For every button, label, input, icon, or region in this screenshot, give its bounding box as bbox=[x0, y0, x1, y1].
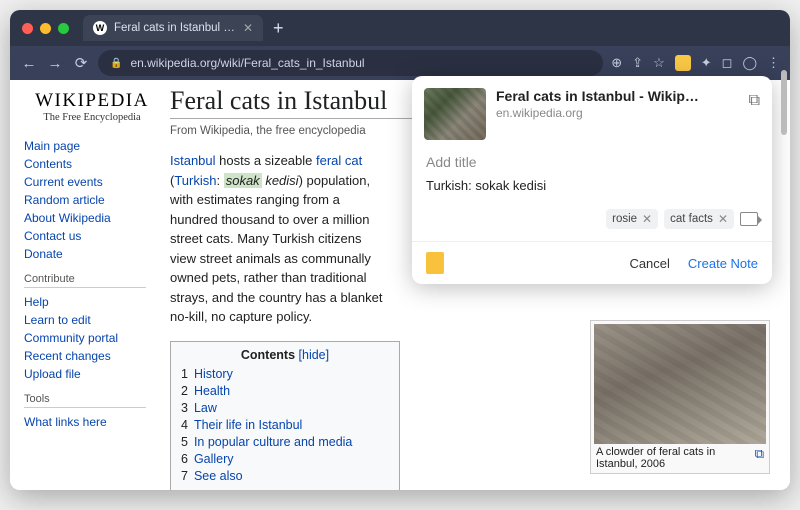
article-lead-paragraph: Istanbul hosts a sizeable feral cat (Tur… bbox=[170, 151, 390, 327]
note-source-domain: en.wikipedia.org bbox=[496, 106, 739, 120]
window-controls bbox=[22, 23, 69, 34]
toc-item: 5In popular culture and media bbox=[181, 434, 389, 451]
toc-link[interactable]: See also bbox=[194, 469, 243, 483]
tag-chip[interactable]: cat facts✕ bbox=[664, 209, 734, 229]
sidebar-link[interactable]: Contents bbox=[24, 155, 160, 173]
remove-tag-icon[interactable]: ✕ bbox=[718, 212, 728, 226]
note-thumbnail bbox=[424, 88, 486, 140]
article-image-box: A clowder of feral cats in Istanbul, 200… bbox=[590, 320, 770, 474]
toc-link[interactable]: Gallery bbox=[194, 452, 234, 466]
toc-link[interactable]: Health bbox=[194, 384, 230, 398]
toc-item: 1History bbox=[181, 366, 389, 383]
remove-tag-icon[interactable]: ✕ bbox=[642, 212, 652, 226]
titlebar: W Feral cats in Istanbul - Wikipe… ✕ + bbox=[10, 10, 790, 46]
zoom-icon[interactable]: ⊕ bbox=[611, 55, 622, 71]
bookmark-star-icon[interactable]: ☆ bbox=[653, 55, 665, 71]
toolbar-icons: ⊕ ⇪ ☆ ✦ ◻ ◯ ⋮ bbox=[611, 55, 780, 71]
browser-tab[interactable]: W Feral cats in Istanbul - Wikipe… ✕ bbox=[83, 15, 263, 41]
tag-chip[interactable]: rosie✕ bbox=[606, 209, 658, 229]
toc-link[interactable]: Law bbox=[194, 401, 217, 415]
toc-link[interactable]: History bbox=[194, 367, 233, 381]
extensions-puzzle-icon[interactable]: ✦ bbox=[701, 55, 712, 71]
note-body-text[interactable]: Turkish: sokak kedisi bbox=[426, 178, 758, 193]
tab-title: Feral cats in Istanbul - Wikipe… bbox=[114, 22, 236, 34]
apps-icon[interactable]: ◻ bbox=[722, 55, 733, 71]
article-image[interactable] bbox=[594, 324, 766, 444]
toc-link[interactable]: Their life in Istanbul bbox=[194, 418, 302, 432]
enlarge-icon[interactable]: ⧉ bbox=[755, 446, 764, 470]
profile-avatar-icon[interactable]: ◯ bbox=[742, 55, 757, 71]
new-tab-button[interactable]: + bbox=[273, 18, 284, 39]
toc-item: 4Their life in Istanbul bbox=[181, 417, 389, 434]
link-istanbul[interactable]: Istanbul bbox=[170, 153, 216, 168]
link-feral-cat[interactable]: feral cat bbox=[316, 153, 362, 168]
toc-title: Contents [hide] bbox=[181, 348, 389, 362]
add-tag-icon[interactable] bbox=[740, 212, 758, 226]
toc-link[interactable]: In popular culture and media bbox=[194, 435, 352, 449]
sidebar-link[interactable]: Upload file bbox=[24, 365, 160, 383]
sidebar-link[interactable]: Current events bbox=[24, 173, 160, 191]
sidebar-link[interactable]: Donate bbox=[24, 245, 160, 263]
sidebar-nav-contribute: HelpLearn to editCommunity portalRecent … bbox=[24, 293, 160, 383]
create-note-button[interactable]: Create Note bbox=[688, 256, 758, 271]
toc-item: 7See also bbox=[181, 468, 389, 485]
link-turkish[interactable]: Turkish bbox=[174, 173, 216, 188]
minimize-window[interactable] bbox=[40, 23, 51, 34]
keep-app-icon[interactable] bbox=[426, 252, 444, 274]
image-caption: A clowder of feral cats in Istanbul, 200… bbox=[596, 446, 751, 470]
toc-item: 2Health bbox=[181, 383, 389, 400]
table-of-contents: Contents [hide] 1History2Health3Law4Thei… bbox=[170, 341, 400, 491]
lock-icon: 🔒 bbox=[110, 58, 122, 69]
share-icon[interactable]: ⇪ bbox=[632, 55, 643, 71]
sidebar-head-tools: Tools bbox=[24, 393, 146, 408]
keep-note-popup: Feral cats in Istanbul - Wikip… en.wikip… bbox=[412, 76, 772, 284]
note-source-title: Feral cats in Istanbul - Wikip… bbox=[496, 88, 739, 104]
browser-window: W Feral cats in Istanbul - Wikipe… ✕ + ←… bbox=[10, 10, 790, 490]
toc-hide-link[interactable]: [hide] bbox=[299, 348, 330, 362]
note-tags-row: rosie✕ cat facts✕ bbox=[426, 209, 758, 229]
sidebar-link[interactable]: About Wikipedia bbox=[24, 209, 160, 227]
toolbar: ← → ⟳ 🔒 en.wikipedia.org/wiki/Feral_cats… bbox=[10, 46, 790, 80]
wikipedia-favicon: W bbox=[93, 21, 107, 35]
toc-item: 3Law bbox=[181, 400, 389, 417]
popup-scrollbar[interactable] bbox=[781, 70, 787, 135]
keep-extension-icon[interactable] bbox=[675, 55, 691, 71]
sidebar-link[interactable]: Random article bbox=[24, 191, 160, 209]
menu-icon[interactable]: ⋮ bbox=[767, 55, 780, 71]
sidebar-head-contribute: Contribute bbox=[24, 273, 146, 288]
url-text: en.wikipedia.org/wiki/Feral_cats_in_Ista… bbox=[130, 56, 364, 70]
sidebar-link[interactable]: What links here bbox=[24, 413, 160, 431]
back-button[interactable]: ← bbox=[20, 55, 38, 72]
sidebar-link[interactable]: Learn to edit bbox=[24, 311, 160, 329]
forward-button[interactable]: → bbox=[46, 55, 64, 72]
open-link-icon[interactable]: ⧉ bbox=[749, 92, 760, 110]
sidebar-link[interactable]: Main page bbox=[24, 137, 160, 155]
wikipedia-sidebar: WIKIPEDIA The Free Encyclopedia Main pag… bbox=[10, 80, 160, 490]
toc-item: 6Gallery bbox=[181, 451, 389, 468]
reload-button[interactable]: ⟳ bbox=[72, 54, 90, 72]
sidebar-link[interactable]: Contact us bbox=[24, 227, 160, 245]
cancel-button[interactable]: Cancel bbox=[629, 256, 669, 271]
sidebar-nav-tools: What links here bbox=[24, 413, 160, 431]
sidebar-nav-main: Main pageContentsCurrent eventsRandom ar… bbox=[24, 137, 160, 263]
close-window[interactable] bbox=[22, 23, 33, 34]
wikipedia-tagline: The Free Encyclopedia bbox=[24, 112, 160, 123]
wikipedia-logo[interactable]: WIKIPEDIA bbox=[24, 90, 160, 112]
maximize-window[interactable] bbox=[58, 23, 69, 34]
address-bar[interactable]: 🔒 en.wikipedia.org/wiki/Feral_cats_in_Is… bbox=[98, 50, 603, 76]
sidebar-link[interactable]: Community portal bbox=[24, 329, 160, 347]
close-tab-icon[interactable]: ✕ bbox=[243, 21, 253, 35]
sidebar-link[interactable]: Help bbox=[24, 293, 160, 311]
highlighted-term: sokak bbox=[224, 173, 262, 188]
note-title-input[interactable]: Add title bbox=[426, 154, 758, 170]
sidebar-link[interactable]: Recent changes bbox=[24, 347, 160, 365]
